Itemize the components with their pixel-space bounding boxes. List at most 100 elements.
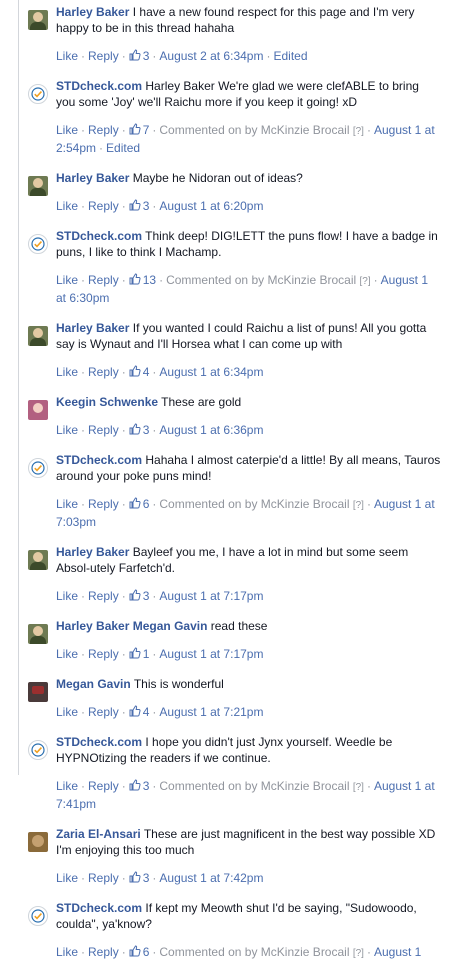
like-link[interactable]: Like [56, 497, 78, 511]
thumbs-up-icon [129, 705, 141, 717]
separator-dot: · [121, 705, 126, 719]
comment: Harley Baker If you wanted I could Raich… [0, 320, 455, 380]
comment-body: Harley Baker Maybe he Nidoran out of ide… [56, 170, 455, 186]
commented-on-by-label: Commented on by [159, 123, 258, 137]
comment: Harley Baker Maybe he Nidoran out of ide… [0, 170, 455, 214]
reply-link[interactable]: Reply [88, 779, 119, 793]
reply-link[interactable]: Reply [88, 423, 119, 437]
comment-author-link[interactable]: Keegin Schwenke [56, 395, 158, 409]
help-icon[interactable]: [?] [353, 126, 364, 137]
comment-author-link[interactable]: STDcheck.com [56, 901, 142, 915]
tagged-user-link[interactable]: Megan Gavin [133, 619, 208, 633]
like-link[interactable]: Like [56, 123, 78, 137]
comment-body: STDcheck.com Think deep! DIG!LETT the pu… [56, 228, 455, 260]
comment-author-link[interactable]: STDcheck.com [56, 453, 142, 467]
timestamp-link[interactable]: August 1 at 7:17pm [159, 647, 263, 661]
comment-author-link[interactable]: Harley Baker [56, 321, 129, 335]
like-link[interactable]: Like [56, 871, 78, 885]
comment-author-link[interactable]: Megan Gavin [56, 677, 131, 691]
avatar[interactable] [28, 682, 48, 702]
avatar[interactable] [28, 234, 48, 254]
help-icon[interactable]: [?] [360, 276, 371, 287]
help-icon[interactable]: [?] [353, 500, 364, 511]
like-link[interactable]: Like [56, 49, 78, 63]
like-link[interactable]: Like [56, 779, 78, 793]
reply-link[interactable]: Reply [88, 705, 119, 719]
avatar[interactable] [28, 84, 48, 104]
avatar[interactable] [28, 832, 48, 852]
reply-link[interactable]: Reply [88, 589, 119, 603]
separator-dot: · [121, 273, 126, 287]
thumbs-up-icon [129, 273, 141, 285]
like-count[interactable]: 13 [129, 273, 156, 287]
like-count[interactable]: 3 [129, 779, 149, 793]
like-link[interactable]: Like [56, 365, 78, 379]
timestamp-link[interactable]: August 2 at 6:34pm [159, 49, 263, 63]
reply-link[interactable]: Reply [88, 123, 119, 137]
avatar[interactable] [28, 10, 48, 30]
like-count[interactable]: 3 [129, 199, 149, 213]
stdcheck-logo-icon [31, 909, 45, 923]
like-count[interactable]: 1 [129, 647, 149, 661]
reply-link[interactable]: Reply [88, 871, 119, 885]
timestamp-link[interactable]: August 1 at 7:42pm [159, 871, 263, 885]
timestamp-link[interactable]: August 1 at 7:17pm [159, 589, 263, 603]
avatar[interactable] [28, 906, 48, 926]
reply-link[interactable]: Reply [88, 497, 119, 511]
comment-author-link[interactable]: Harley Baker [56, 619, 129, 633]
like-link[interactable]: Like [56, 945, 78, 959]
like-count[interactable]: 4 [129, 365, 149, 379]
comment-author-link[interactable]: STDcheck.com [56, 229, 142, 243]
like-link[interactable]: Like [56, 423, 78, 437]
comment-body: Keegin Schwenke These are gold [56, 394, 455, 410]
avatar[interactable] [28, 326, 48, 346]
separator-dot: · [152, 705, 157, 719]
comment-author-link[interactable]: Zaria El-Ansari [56, 827, 141, 841]
comment-thread: Harley Baker I have a new found respect … [0, 0, 455, 962]
reply-link[interactable]: Reply [88, 365, 119, 379]
like-count[interactable]: 4 [129, 705, 149, 719]
like-count[interactable]: 3 [129, 589, 149, 603]
like-count[interactable]: 3 [129, 423, 149, 437]
timestamp-link[interactable]: August 1 at 6:36pm [159, 423, 263, 437]
avatar[interactable] [28, 624, 48, 644]
reply-link[interactable]: Reply [88, 273, 119, 287]
commented-by-name: McKinzie Brocail [260, 945, 350, 959]
comment-author-link[interactable]: STDcheck.com [56, 735, 142, 749]
separator-dot: · [366, 497, 371, 511]
avatar[interactable] [28, 458, 48, 478]
stdcheck-logo-icon [31, 743, 45, 757]
comment-author-link[interactable]: Harley Baker [56, 5, 129, 19]
timestamp-link[interactable]: August 1 at 7:21pm [159, 705, 263, 719]
timestamp-link[interactable]: August 1 at 6:20pm [159, 199, 263, 213]
comment-text: Maybe he Nidoran out of ideas? [132, 171, 303, 185]
like-count[interactable]: 6 [129, 497, 149, 511]
like-link[interactable]: Like [56, 273, 78, 287]
help-icon[interactable]: [?] [353, 782, 364, 793]
like-link[interactable]: Like [56, 589, 78, 603]
reply-link[interactable]: Reply [88, 49, 119, 63]
like-link[interactable]: Like [56, 705, 78, 719]
like-link[interactable]: Like [56, 647, 78, 661]
like-count[interactable]: 3 [129, 49, 149, 63]
avatar[interactable] [28, 740, 48, 760]
comment-author-link[interactable]: STDcheck.com [56, 79, 142, 93]
comment-author-link[interactable]: Harley Baker [56, 545, 129, 559]
reply-link[interactable]: Reply [88, 199, 119, 213]
avatar[interactable] [28, 400, 48, 420]
timestamp-link[interactable]: August 1 [374, 945, 421, 959]
avatar[interactable] [28, 550, 48, 570]
edited-label[interactable]: Edited [273, 49, 307, 63]
avatar[interactable] [28, 176, 48, 196]
separator-dot: · [152, 365, 157, 379]
comment-author-link[interactable]: Harley Baker [56, 171, 129, 185]
timestamp-link[interactable]: August 1 at 6:34pm [159, 365, 263, 379]
reply-link[interactable]: Reply [88, 945, 119, 959]
reply-link[interactable]: Reply [88, 647, 119, 661]
like-count[interactable]: 3 [129, 871, 149, 885]
like-count[interactable]: 7 [129, 123, 149, 137]
like-count[interactable]: 6 [129, 945, 149, 959]
help-icon[interactable]: [?] [353, 948, 364, 959]
edited-label[interactable]: Edited [106, 141, 140, 155]
like-link[interactable]: Like [56, 199, 78, 213]
